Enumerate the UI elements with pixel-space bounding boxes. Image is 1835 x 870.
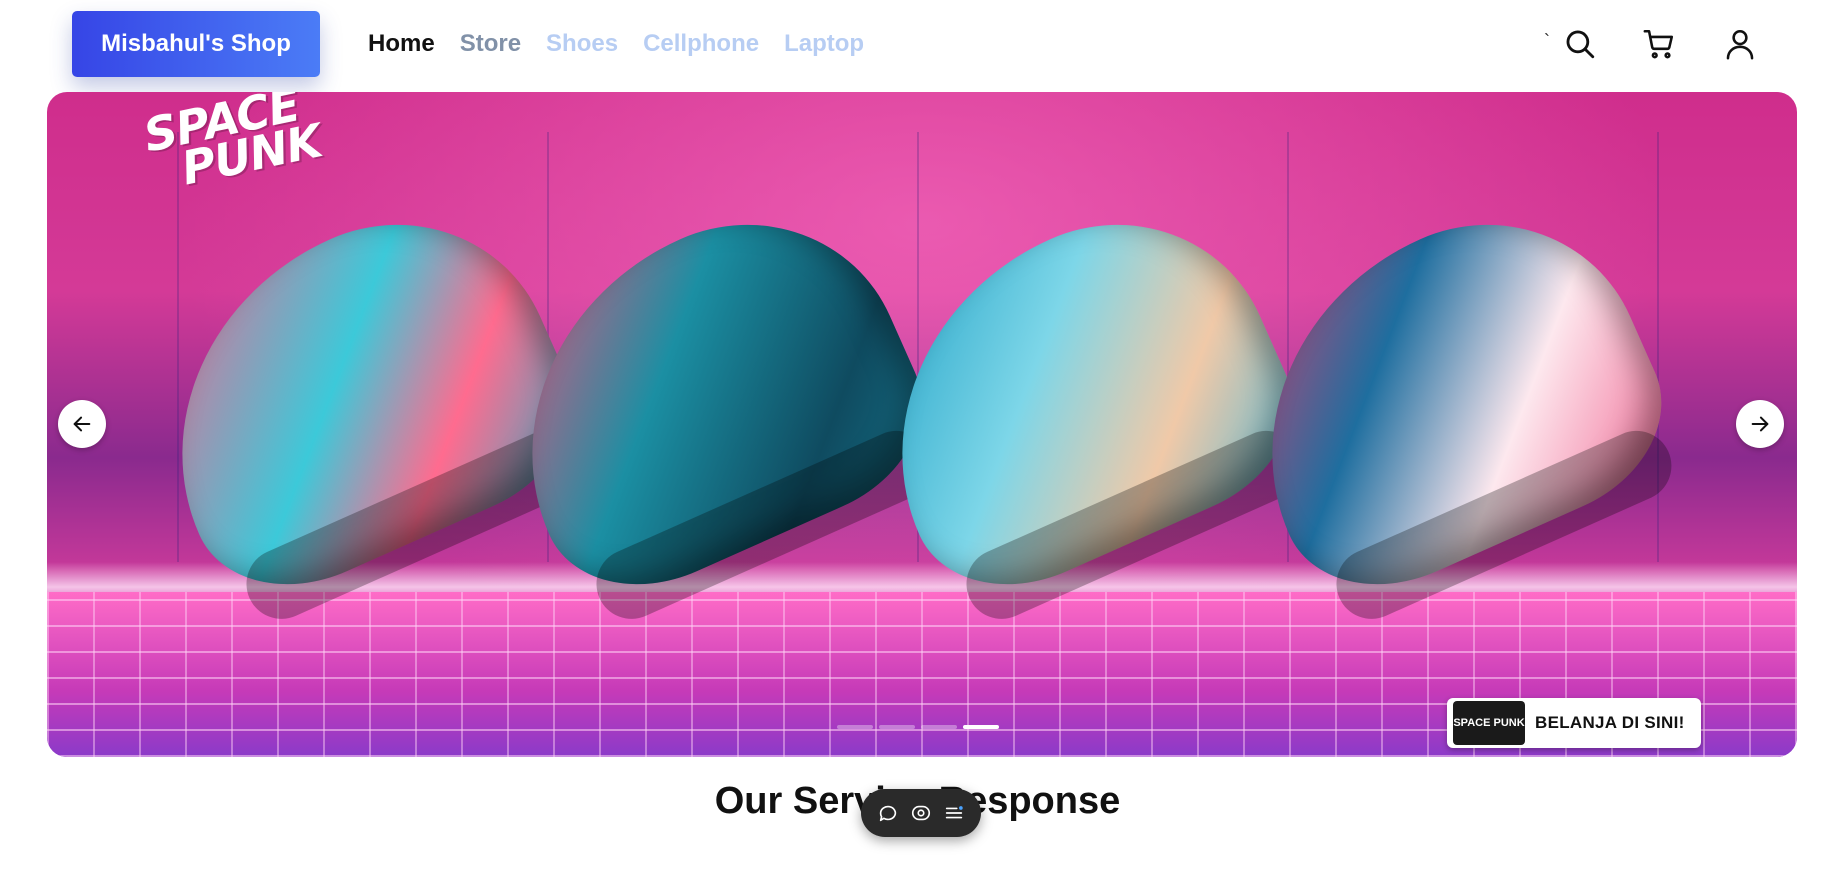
nav-home[interactable]: Home <box>368 28 435 60</box>
search-icon[interactable] <box>1560 24 1600 64</box>
arrow-left-icon <box>73 416 91 432</box>
user-icon[interactable] <box>1720 24 1760 64</box>
cart-icon[interactable] <box>1639 24 1679 64</box>
chat-icon[interactable] <box>875 800 901 826</box>
floating-toolbar <box>861 789 981 837</box>
carousel-prev-button[interactable] <box>58 400 106 448</box>
carousel-dot-4[interactable] <box>963 725 999 729</box>
carousel-next-button[interactable] <box>1736 400 1784 448</box>
carousel-dot-2[interactable] <box>879 725 915 729</box>
nav-shoes[interactable]: Shoes <box>546 28 618 60</box>
badge-logo: SPACE PUNK <box>1453 701 1525 745</box>
nav-store[interactable]: Store <box>460 28 521 60</box>
arrow-right-icon <box>1751 416 1769 432</box>
list-icon[interactable] <box>941 800 967 826</box>
main-nav: Home Store Shoes Cellphone Laptop <box>368 28 889 60</box>
stray-character: ` <box>1544 31 1550 51</box>
carousel-dot-3[interactable] <box>921 725 957 729</box>
nav-laptop[interactable]: Laptop <box>784 28 864 60</box>
shop-here-badge[interactable]: SPACE PUNK BELANJA DI SINI! <box>1447 698 1701 748</box>
nav-cellphone[interactable]: Cellphone <box>643 28 759 60</box>
site-header: Misbahul's Shop Home Store Shoes Cellpho… <box>0 0 1835 92</box>
brand-logo-button[interactable]: Misbahul's Shop <box>72 11 320 77</box>
carousel-dot-1[interactable] <box>837 725 873 729</box>
hero-carousel: SPACE PUNK SPACE PUNK BELANJA DI SINI! <box>47 92 1797 757</box>
eye-icon[interactable] <box>908 800 934 826</box>
carousel-indicators <box>837 725 999 729</box>
badge-text: BELANJA DI SINI! <box>1535 713 1685 732</box>
